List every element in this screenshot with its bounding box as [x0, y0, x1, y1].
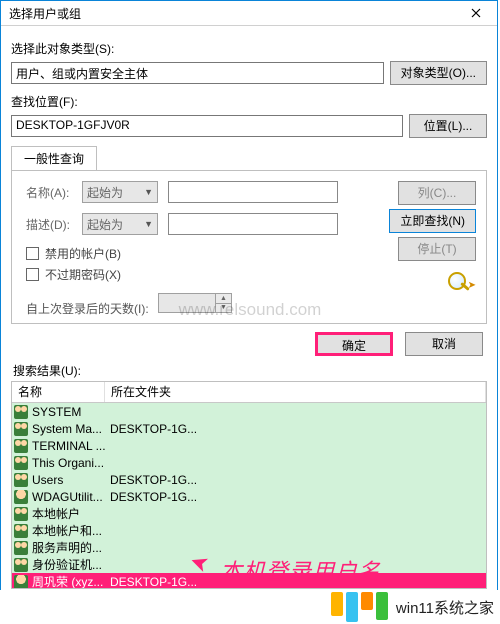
columns-button[interactable]: 列(C)... — [398, 181, 476, 205]
results-row[interactable]: 周巩荣 (xyz... DESKTOP-1G... — [12, 573, 486, 589]
group-icon — [14, 524, 28, 538]
close-button[interactable] — [455, 1, 497, 25]
chevron-down-icon: ▼ — [144, 219, 153, 229]
col-header-folder[interactable]: 所在文件夹 — [105, 382, 486, 402]
desc-label: 描述(D): — [26, 216, 72, 233]
stop-button: 停止(T) — [398, 237, 476, 261]
row-name: 本地帐户和... — [32, 522, 106, 539]
results-row[interactable]: 身份验证机... — [12, 556, 486, 573]
dialog-content: 选择此对象类型(S): 用户、组或内置安全主体 对象类型(O)... 查找位置(… — [1, 26, 497, 589]
group-icon — [14, 456, 28, 470]
user-icon — [14, 490, 28, 504]
desc-mode-combo[interactable]: 起始为 ▼ — [82, 213, 158, 235]
disabled-accounts-label: 禁用的帐户(B) — [45, 245, 121, 262]
results-row[interactable]: 本地帐户 — [12, 505, 486, 522]
row-name: This Organi... — [32, 456, 106, 470]
tab-body: 名称(A): 起始为 ▼ 描述(D): 起始为 ▼ — [11, 170, 487, 324]
results-row[interactable]: 本地帐户和... — [12, 522, 486, 539]
group-icon — [14, 473, 28, 487]
name-input[interactable] — [168, 181, 338, 203]
row-name: 服务声明的... — [32, 539, 106, 556]
tab-general-query[interactable]: 一般性查询 — [11, 146, 97, 170]
results-label: 搜索结果(U): — [13, 362, 487, 379]
dialog-window: 选择用户或组 选择此对象类型(S): 用户、组或内置安全主体 对象类型(O)..… — [0, 0, 498, 618]
row-name: TERMINAL ... — [32, 439, 106, 453]
results-row[interactable]: SYSTEM — [12, 403, 486, 420]
page-footer: win11系统之家 — [0, 590, 500, 624]
find-now-button[interactable]: 立即查找(N) — [389, 209, 476, 233]
row-folder: DESKTOP-1G... — [110, 490, 197, 504]
close-icon — [471, 8, 481, 18]
location-value: DESKTOP-1GFJV0R — [11, 115, 403, 137]
object-type-value: 用户、组或内置安全主体 — [11, 62, 384, 84]
group-icon — [14, 405, 28, 419]
chevron-down-icon: ▼ — [216, 304, 231, 313]
locations-button[interactable]: 位置(L)... — [409, 114, 487, 138]
row-name: 本地帐户 — [32, 505, 106, 522]
name-mode-combo[interactable]: 起始为 ▼ — [82, 181, 158, 203]
noexpire-password-checkbox[interactable] — [26, 268, 39, 281]
row-name: System Ma... — [32, 422, 106, 436]
chevron-down-icon: ▼ — [144, 187, 153, 197]
results-row[interactable]: 服务声明的... — [12, 539, 486, 556]
desc-mode-value: 起始为 — [87, 216, 123, 233]
object-types-button[interactable]: 对象类型(O)... — [390, 61, 487, 85]
col-header-name[interactable]: 名称 — [12, 382, 105, 402]
results-row[interactable]: System Ma... DESKTOP-1G... — [12, 420, 486, 437]
row-folder: DESKTOP-1G... — [110, 473, 197, 487]
results-row[interactable]: Users DESKTOP-1G... — [12, 471, 486, 488]
ok-button[interactable]: 确定 — [315, 332, 393, 356]
site-name: win11系统之家 — [396, 597, 494, 618]
query-tabgroup: 一般性查询 名称(A): 起始为 ▼ 描述( — [11, 146, 487, 324]
results-header: 名称 所在文件夹 — [12, 382, 486, 403]
group-icon — [14, 558, 28, 572]
site-logo-icon — [331, 592, 388, 622]
results-row[interactable]: WDAGUtilit... DESKTOP-1G... — [12, 488, 486, 505]
results-list: 名称 所在文件夹 SYSTEM System Ma... DESKTOP-1G...… — [11, 381, 487, 589]
group-icon — [14, 507, 28, 521]
window-title: 选择用户或组 — [9, 5, 81, 22]
user-icon — [14, 575, 28, 589]
results-row[interactable]: This Organi... — [12, 454, 486, 471]
row-name: 周巩荣 (xyz... — [32, 573, 106, 589]
disabled-accounts-checkbox[interactable] — [26, 247, 39, 260]
row-folder: DESKTOP-1G... — [110, 575, 197, 589]
titlebar: 选择用户或组 — [1, 1, 497, 26]
row-name: Users — [32, 473, 106, 487]
row-folder: DESKTOP-1G... — [110, 422, 197, 436]
row-name: 身份验证机... — [32, 556, 106, 573]
days-since-logon-input[interactable] — [158, 293, 216, 313]
search-icon[interactable]: ➤ — [444, 271, 476, 293]
name-label: 名称(A): — [26, 184, 72, 201]
object-type-label: 选择此对象类型(S): — [11, 40, 487, 57]
days-spinner[interactable]: ▲▼ — [216, 293, 232, 313]
group-icon — [14, 422, 28, 436]
row-name: SYSTEM — [32, 405, 106, 419]
desc-input[interactable] — [168, 213, 338, 235]
days-since-logon-label: 自上次登录后的天数(I): ▲▼ — [26, 293, 389, 317]
row-name: WDAGUtilit... — [32, 490, 106, 504]
chevron-up-icon: ▲ — [216, 294, 231, 304]
location-label: 查找位置(F): — [11, 93, 487, 110]
group-icon — [14, 541, 28, 555]
noexpire-password-label: 不过期密码(X) — [45, 266, 121, 283]
name-mode-value: 起始为 — [87, 184, 123, 201]
cancel-button[interactable]: 取消 — [405, 332, 483, 356]
results-row[interactable]: TERMINAL ... — [12, 437, 486, 454]
group-icon — [14, 439, 28, 453]
